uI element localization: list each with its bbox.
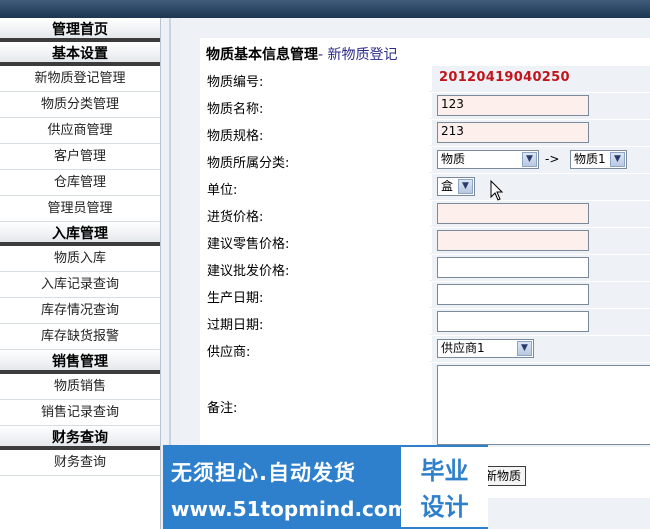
banner-url: www.51topmind.com: [171, 497, 409, 521]
row-category: 物质所属分类: 物质 ▼ -> 物质1 ▼: [200, 147, 650, 173]
label-spec: 物质规格:: [207, 129, 264, 144]
label-wholesale-price: 建议批发价格:: [207, 264, 290, 279]
category-sub-select[interactable]: 物质1 ▼: [570, 150, 627, 169]
mouse-cursor-icon: [490, 180, 504, 201]
row-name: 物质名称: 123: [200, 93, 650, 119]
production-date-input[interactable]: [437, 284, 589, 305]
title-sub: 新物质登记: [327, 47, 398, 63]
sidebar-item-inbound[interactable]: 物质入库: [0, 246, 160, 272]
top-bar: [0, 0, 650, 18]
label-retail-price: 建议零售价格:: [207, 237, 290, 252]
sidebar-item-sales[interactable]: 物质销售: [0, 374, 160, 400]
material-code-value: 20120419040250: [439, 70, 570, 85]
sidebar-item-warehouse[interactable]: 仓库管理: [0, 170, 160, 196]
row-retail-price: 建议零售价格:: [200, 228, 650, 254]
retail-price-input[interactable]: [437, 230, 589, 251]
page-title: 物质基本信息管理- 新物质登记: [206, 44, 398, 64]
purchase-price-input[interactable]: [437, 203, 589, 224]
sidebar-item-stock-query[interactable]: 库存情况查询: [0, 298, 160, 324]
supplier-select[interactable]: 供应商1 ▼: [437, 339, 534, 358]
sidebar-head-inbound[interactable]: 入库管理: [0, 222, 160, 246]
row-supplier: 供应商: 供应商1 ▼: [200, 336, 650, 362]
remark-textarea[interactable]: [437, 365, 650, 445]
sidebar-item-new-material[interactable]: 新物质登记管理: [0, 66, 160, 92]
sidebar-item-finance-query[interactable]: 财务查询: [0, 450, 160, 476]
row-wholesale-price: 建议批发价格:: [200, 255, 650, 281]
label-purchase-price: 进货价格:: [207, 210, 264, 225]
logo-line2: 设计: [420, 493, 469, 521]
sidebar-item-customer[interactable]: 客户管理: [0, 144, 160, 170]
category-arrow: ->: [545, 152, 560, 166]
label-code: 物质编号:: [207, 75, 264, 90]
spec-input[interactable]: 213: [437, 122, 589, 143]
row-purchase-price: 进货价格:: [200, 201, 650, 227]
unit-select[interactable]: 盒 ▼: [437, 177, 475, 196]
supplier-value: 供应商1: [441, 341, 485, 355]
logo-line1: 毕业: [420, 457, 469, 485]
chevron-down-icon: ▼: [517, 341, 532, 356]
sidebar-item-supplier[interactable]: 供应商管理: [0, 118, 160, 144]
row-remark: 备注:: [200, 363, 650, 447]
sidebar-item-stock-alert[interactable]: 库存缺货报警: [0, 324, 160, 350]
sidebar-item-sales-records[interactable]: 销售记录查询: [0, 400, 160, 426]
watermark-banner: 无须担心.自动发货 www.51topmind.com 毕业 设计: [163, 445, 488, 529]
label-production-date: 生产日期:: [207, 291, 264, 306]
sidebar: 管理首页 基本设置 新物质登记管理 物质分类管理 供应商管理 客户管理 仓库管理…: [0, 18, 161, 529]
label-expiry-date: 过期日期:: [207, 318, 264, 333]
banner-slogan: 无须担心.自动发货: [171, 461, 356, 485]
row-code: 物质编号: 20120419040250: [200, 66, 650, 92]
name-input[interactable]: 123: [437, 95, 589, 116]
row-expiry-date: 过期日期:: [200, 309, 650, 335]
label-name: 物质名称:: [207, 102, 264, 117]
label-unit: 单位:: [207, 183, 238, 198]
title-main: 物质基本信息管理: [206, 47, 318, 63]
sidebar-head-sales[interactable]: 销售管理: [0, 350, 160, 374]
category-sub-value: 物质1: [574, 152, 606, 166]
expiry-date-input[interactable]: [437, 311, 589, 332]
form-panel: 物质基本信息管理- 新物质登记 物质编号: 20120419040250 物质名…: [200, 38, 650, 498]
sidebar-head-finance[interactable]: 财务查询: [0, 426, 160, 450]
banner-logo: 毕业 设计: [401, 447, 488, 527]
wholesale-price-input[interactable]: [437, 257, 589, 278]
sidebar-item-inbound-records[interactable]: 入库记录查询: [0, 272, 160, 298]
chevron-down-icon: ▼: [610, 152, 625, 167]
sidebar-head-home[interactable]: 管理首页: [0, 18, 160, 42]
row-unit: 单位: 盒 ▼: [200, 174, 650, 200]
unit-value: 盒: [441, 179, 454, 193]
row-spec: 物质规格: 213: [200, 120, 650, 146]
sidebar-item-category[interactable]: 物质分类管理: [0, 92, 160, 118]
sidebar-head-basic-settings[interactable]: 基本设置: [0, 42, 160, 66]
chevron-down-icon: ▼: [522, 152, 537, 167]
label-category: 物质所属分类:: [207, 156, 290, 171]
sidebar-item-admin[interactable]: 管理员管理: [0, 196, 160, 222]
chevron-down-icon: ▼: [458, 179, 473, 194]
title-sep: -: [318, 47, 328, 63]
label-remark: 备注:: [207, 401, 238, 416]
label-supplier: 供应商:: [207, 345, 251, 360]
row-production-date: 生产日期:: [200, 282, 650, 308]
category-main-select[interactable]: 物质 ▼: [437, 150, 539, 169]
category-main-value: 物质: [441, 152, 466, 166]
